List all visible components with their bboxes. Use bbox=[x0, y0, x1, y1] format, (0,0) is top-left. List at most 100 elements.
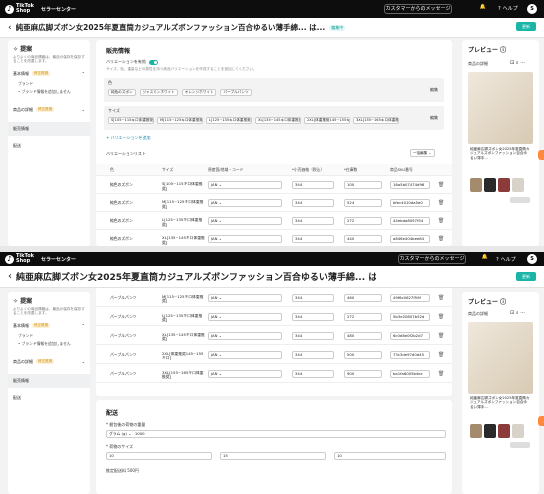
size-chip[interactable]: S[105~115キロ体重推奨] bbox=[108, 117, 154, 124]
share-icon[interactable]: ⊡ bbox=[510, 60, 514, 66]
sku-field[interactable]: ba1fa6005b4ec bbox=[390, 369, 430, 378]
size-chip[interactable]: 3XL[155~165キロ体重推奨] bbox=[353, 117, 399, 124]
add-variation-link[interactable]: + バリエーションを追加 bbox=[106, 135, 151, 141]
variation-toggle[interactable] bbox=[148, 59, 158, 65]
trash-icon[interactable]: 🗑 bbox=[438, 200, 444, 206]
update-button[interactable]: 更新 bbox=[516, 22, 536, 31]
size-chip[interactable]: M[115~125キロ体重推奨] bbox=[157, 117, 203, 124]
sidebar-item-product-details[interactable]: 商品の詳細 修正推奨 ⌄ bbox=[8, 356, 90, 368]
sku-field[interactable]: 6c0d8e0f2b2d7 bbox=[390, 331, 430, 340]
preview-thumbnail[interactable] bbox=[484, 178, 496, 192]
trash-icon[interactable]: 🗑 bbox=[438, 352, 444, 358]
customer-messages-button[interactable]: カスタマーからのメッセージ bbox=[384, 4, 452, 14]
trash-icon[interactable]: 🗑 bbox=[438, 182, 444, 188]
tiktok-shop-logo[interactable]: ♪ TikTok Shop bbox=[5, 254, 34, 264]
price-field[interactable]: 344 bbox=[292, 199, 334, 207]
origin-select[interactable]: JAN ⌄ bbox=[208, 350, 282, 359]
weight-field[interactable]: グラム (g) ⌄ 1000 bbox=[106, 430, 446, 438]
stock-field[interactable]: 900 bbox=[344, 369, 382, 378]
back-arrow-icon[interactable]: ‹ bbox=[8, 271, 12, 282]
feedback-tab[interactable] bbox=[538, 150, 544, 160]
tiktok-shop-logo[interactable]: ♪ TikTok Shop bbox=[5, 4, 34, 14]
price-field[interactable]: 344 bbox=[292, 293, 334, 302]
more-icon[interactable]: ⋯ bbox=[520, 310, 525, 316]
size-chip[interactable]: XL[135~145キロ体重推奨] bbox=[255, 117, 301, 124]
sidebar-sub-brand[interactable]: ブランド bbox=[8, 332, 90, 340]
bulk-edit-button[interactable]: 一括編集 ⌄ bbox=[410, 149, 435, 157]
origin-select[interactable]: JAN ⌄ bbox=[208, 199, 282, 207]
stock-field[interactable]: 272 bbox=[344, 312, 382, 321]
price-field[interactable]: 344 bbox=[292, 369, 334, 378]
sidebar-item-sales-info[interactable]: 販売情報 bbox=[8, 121, 90, 136]
more-icon[interactable]: ⋯ bbox=[520, 60, 525, 66]
sidebar-item-shipping[interactable]: 配送 bbox=[8, 140, 90, 152]
price-field[interactable]: 344 bbox=[292, 331, 334, 340]
trash-icon[interactable]: 🗑 bbox=[438, 236, 444, 242]
tab-product-details[interactable]: 商品の詳細 bbox=[468, 311, 488, 317]
help-link[interactable]: ? ヘルプ bbox=[496, 256, 516, 264]
length-field[interactable]: 10 bbox=[106, 452, 212, 460]
origin-select[interactable]: JAN ⌄ bbox=[208, 331, 282, 340]
preview-thumbnail[interactable] bbox=[498, 424, 510, 438]
color-chip[interactable]: オレンジホワイト bbox=[181, 89, 217, 96]
origin-select[interactable]: JAN ⌄ bbox=[208, 293, 282, 302]
edit-sizes-link[interactable]: 編集 bbox=[430, 115, 438, 121]
preview-gray-button[interactable] bbox=[510, 442, 530, 448]
feedback-tab[interactable] bbox=[538, 416, 544, 426]
sku-field[interactable]: 49f6c0627f59f bbox=[390, 293, 430, 302]
preview-thumbnail[interactable] bbox=[470, 178, 482, 192]
stock-field[interactable]: 524 bbox=[344, 199, 382, 207]
sku-field[interactable]: bfec4010da5e0 bbox=[390, 199, 430, 207]
sidebar-item-shipping[interactable]: 配送 bbox=[8, 392, 90, 404]
trash-icon[interactable]: 🗑 bbox=[438, 218, 444, 224]
price-field[interactable]: 344 bbox=[292, 312, 334, 321]
bell-icon[interactable]: 🔔 bbox=[480, 254, 490, 264]
stock-field[interactable]: 460 bbox=[344, 293, 382, 302]
share-icon[interactable]: ⊡ bbox=[510, 310, 514, 316]
search-icon[interactable]: ⌕ bbox=[516, 60, 519, 66]
tab-product-details[interactable]: 商品の詳細 bbox=[468, 61, 488, 67]
sidebar-item-basic-info[interactable]: 基本情報 修正推奨 ⌃ bbox=[8, 320, 90, 332]
trash-icon[interactable]: 🗑 bbox=[438, 371, 444, 377]
color-chip[interactable]: ジャスミンホワイト bbox=[139, 89, 178, 96]
sku-field[interactable]: 44ebda8097f54 bbox=[390, 217, 430, 225]
sku-field[interactable]: a846e404bee84 bbox=[390, 235, 430, 243]
sku-field[interactable]: 16a5b07474d96 bbox=[390, 181, 430, 189]
sidebar-item-basic-info[interactable]: 基本情報 修正推奨 ⌃ bbox=[8, 68, 90, 80]
preview-thumbnail[interactable] bbox=[512, 424, 524, 438]
sidebar-item-sales-info[interactable]: 販売情報 bbox=[8, 373, 90, 388]
width-field[interactable]: 15 bbox=[220, 452, 326, 460]
price-field[interactable]: 344 bbox=[292, 235, 334, 243]
trash-icon[interactable]: 🗑 bbox=[438, 295, 444, 301]
trash-icon[interactable]: 🗑 bbox=[438, 314, 444, 320]
preview-thumbnail[interactable] bbox=[484, 424, 496, 438]
preview-thumbnail[interactable] bbox=[470, 424, 482, 438]
preview-gray-button[interactable] bbox=[510, 197, 530, 203]
back-arrow-icon[interactable]: ‹ bbox=[8, 23, 12, 33]
origin-select[interactable]: JAN ⌄ bbox=[208, 235, 282, 243]
price-field[interactable]: 344 bbox=[292, 181, 334, 189]
sidebar-item-product-details[interactable]: 商品の詳細 修正推奨 ⌄ bbox=[8, 104, 90, 116]
stock-field[interactable]: 100 bbox=[344, 181, 382, 189]
sidebar-sub-brand[interactable]: ブランド bbox=[8, 80, 90, 88]
avatar[interactable]: S bbox=[527, 4, 537, 14]
color-chip[interactable]: パープルパンツ bbox=[220, 89, 252, 96]
sku-field[interactable]: 5b3e20807b52d bbox=[390, 312, 430, 321]
update-button[interactable]: 更新 bbox=[516, 272, 536, 281]
preview-thumbnail[interactable] bbox=[512, 178, 524, 192]
edit-colors-link[interactable]: 編集 bbox=[430, 87, 438, 93]
size-chip[interactable]: 2XL[体重推奨145~155キロ] bbox=[304, 117, 350, 124]
origin-select[interactable]: JAN ⌄ bbox=[208, 181, 282, 189]
origin-select[interactable]: JAN ⌄ bbox=[208, 312, 282, 321]
height-field[interactable]: 10 bbox=[334, 452, 446, 460]
trash-icon[interactable]: 🗑 bbox=[438, 333, 444, 339]
stock-field[interactable]: 272 bbox=[344, 217, 382, 225]
price-field[interactable]: 344 bbox=[292, 350, 334, 359]
stock-field[interactable]: 500 bbox=[344, 350, 382, 359]
sku-field[interactable]: 73c3de97d0d45 bbox=[390, 350, 430, 359]
size-chip[interactable]: L[125~135キロ体重推奨] bbox=[206, 117, 252, 124]
bell-icon[interactable]: 🔔 bbox=[478, 4, 488, 14]
origin-select[interactable]: JAN ⌄ bbox=[208, 369, 282, 378]
help-link[interactable]: ? ヘルプ bbox=[498, 5, 518, 13]
origin-select[interactable]: JAN ⌄ bbox=[208, 217, 282, 225]
